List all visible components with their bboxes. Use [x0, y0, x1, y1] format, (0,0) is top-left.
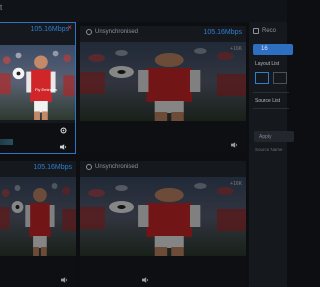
close-icon[interactable]: × [67, 24, 72, 32]
control-bar [0, 123, 75, 153]
video-frame[interactable]: +16K [80, 42, 246, 121]
speaker-icon[interactable] [60, 144, 67, 150]
video-panel-4[interactable]: Unsynchronised +16K [80, 161, 246, 287]
overlay-badge: +16K [230, 46, 242, 52]
divider [253, 92, 289, 93]
control-bar [0, 256, 76, 287]
bitrate-label: 105.16Mbps [30, 26, 69, 33]
layout-option-2[interactable] [273, 72, 287, 84]
multiview-app: t 105.16Mbps × Fly Emirates Unsynchronis… [0, 0, 294, 287]
unsync-label: Unsynchronised [95, 29, 139, 35]
unsync-status: Unsynchronised [86, 164, 138, 170]
bitrate-label: 105.16Mbps [33, 164, 72, 171]
layout-option-1[interactable] [255, 72, 269, 84]
apply-button[interactable]: Apply [254, 131, 294, 142]
video-image [0, 177, 76, 256]
speaker-icon[interactable] [142, 277, 149, 283]
record-label: Reco [262, 28, 277, 34]
panel-header: Unsynchronised [80, 161, 246, 175]
unsync-status: Unsynchronised [86, 29, 138, 35]
bitrate-label: 105.16Mbps [203, 29, 242, 36]
record-icon [253, 28, 259, 34]
panel-header: Unsynchronised 105.16Mbps [80, 26, 246, 40]
right-sidebar: Reco 16 Layout List Source List Apply So… [249, 22, 294, 287]
jersey-sponsor: Fly Emirates [35, 87, 58, 92]
layout-list-label: Layout List [255, 61, 280, 67]
video-panel-1[interactable]: 105.16Mbps × Fly Emirates [0, 22, 76, 154]
source-list-label: Source List [255, 98, 281, 104]
seek-bar[interactable] [0, 139, 13, 145]
panel-header: 105.16Mbps [0, 161, 76, 175]
video-panel-3[interactable]: 105.16Mbps [0, 161, 76, 287]
control-bar [80, 121, 246, 153]
panel-header: 105.16Mbps × [0, 23, 75, 37]
warning-icon [86, 29, 92, 35]
video-image [80, 42, 246, 121]
speaker-icon[interactable] [61, 277, 68, 283]
video-frame[interactable] [0, 177, 76, 256]
control-bar [80, 256, 246, 287]
speaker-icon[interactable] [231, 142, 238, 148]
overlay-badge: +16K [230, 181, 242, 187]
top-bar: t [0, 0, 287, 22]
divider [253, 108, 289, 109]
gear-icon[interactable] [60, 127, 67, 134]
source-name-label: Source Name [255, 147, 283, 152]
video-panel-2[interactable]: Unsynchronised 105.16Mbps +16K [80, 26, 246, 153]
video-image [0, 45, 75, 120]
video-image [80, 177, 246, 256]
layout-button[interactable]: 16 [253, 44, 293, 55]
video-frame[interactable]: +16K [80, 177, 246, 256]
record-control[interactable]: Reco [253, 28, 276, 34]
video-frame[interactable]: Fly Emirates [0, 45, 75, 120]
warning-icon [86, 164, 92, 170]
top-title: t [0, 3, 3, 12]
unsync-label: Unsynchronised [95, 164, 139, 170]
